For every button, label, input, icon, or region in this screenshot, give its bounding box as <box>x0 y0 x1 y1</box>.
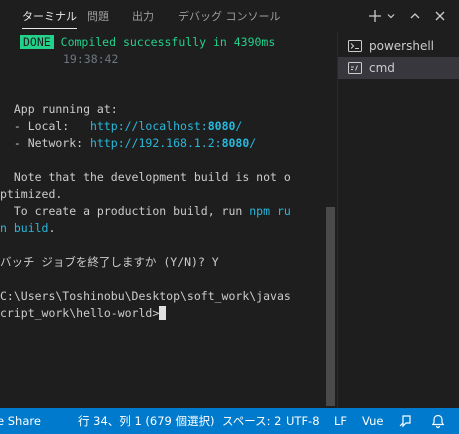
compile-status-line: DONE Compiled successfully in 4390ms <box>20 34 275 51</box>
terminal-list: powershell cmd <box>337 32 459 408</box>
local-url-host: http://localhost: <box>90 119 208 133</box>
feedback-icon[interactable] <box>397 413 413 429</box>
terminal-item-label: cmd <box>369 61 395 75</box>
terminal-scrollbar-thumb[interactable] <box>326 207 335 406</box>
local-url-port: 8080 <box>207 119 236 133</box>
network-url-host: http://192.168.1.2: <box>90 136 222 150</box>
note-line-2: ptimized. <box>0 187 63 201</box>
panel-tab-bar: ターミナル 問題 出力 デバッグ コンソール <box>0 0 459 32</box>
network-label: - Network: <box>0 136 91 150</box>
tab-problems[interactable]: 問題 <box>87 0 109 32</box>
prompt-path-line-2: cript_work\hello-world> <box>0 305 167 322</box>
chevron-down-icon[interactable] <box>385 6 397 26</box>
prompt-path-line-1: C:\Users\Toshinobu\Desktop\soft_work\jav… <box>0 289 291 303</box>
local-url-line: - Local: http://localhost:8080/ <box>0 118 243 135</box>
build-text: To create a production build, run <box>0 204 250 218</box>
local-label: - Local: <box>0 119 91 133</box>
indentation-status[interactable]: スペース: 2 <box>222 408 281 434</box>
build-line-2: n build. <box>0 220 55 237</box>
language-mode-status[interactable]: Vue <box>362 408 383 434</box>
powershell-icon <box>348 40 364 52</box>
build-line-1: To create a production build, run npm ru <box>0 203 291 220</box>
terminal-cursor <box>159 306 167 320</box>
eol-status[interactable]: LF <box>334 408 347 434</box>
terminal-item-powershell[interactable]: powershell <box>338 35 459 57</box>
prompt-path: cript_work\hello-world> <box>0 306 160 320</box>
close-icon[interactable] <box>433 6 447 26</box>
network-url-link[interactable]: http://192.168.1.2:8080/ <box>90 136 256 150</box>
tab-debug-console[interactable]: デバッグ コンソール <box>178 0 281 32</box>
live-share-button[interactable]: e Share <box>0 408 41 434</box>
local-url-link[interactable]: http://localhost:8080/ <box>90 119 242 133</box>
network-url-line: - Network: http://192.168.1.2:8080/ <box>0 135 256 152</box>
chevron-up-icon[interactable] <box>408 6 422 26</box>
note-line-1: Note that the development build is not o <box>0 170 291 184</box>
npm-run-command: npm ru <box>249 204 291 218</box>
status-bar: e Share 行 34、列 1 (679 個選択) スペース: 2 UTF-8… <box>0 408 459 434</box>
done-badge: DONE <box>20 35 54 49</box>
compile-time: 19:38:42 <box>63 52 119 66</box>
app-running-text: App running at: <box>0 102 118 116</box>
network-url-suffix: / <box>249 136 257 150</box>
batch-terminate-prompt: バッチ ジョブを終了しますか (Y/N)? Y <box>0 255 219 269</box>
notifications-bell-icon[interactable] <box>430 413 446 429</box>
build-suffix: . <box>48 221 56 235</box>
cmd-icon <box>348 62 364 74</box>
terminal-item-label: powershell <box>369 39 434 53</box>
plus-icon[interactable] <box>367 6 383 26</box>
local-url-suffix: / <box>235 119 243 133</box>
network-url-port: 8080 <box>221 136 250 150</box>
compiled-message: Compiled successfully in 4390ms <box>60 35 276 49</box>
npm-build-command: n build <box>0 221 49 235</box>
tab-output[interactable]: 出力 <box>132 0 154 32</box>
encoding-status[interactable]: UTF-8 <box>286 408 320 434</box>
terminal-item-cmd[interactable]: cmd <box>338 57 459 79</box>
tab-terminal[interactable]: ターミナル <box>22 0 77 32</box>
terminal-output[interactable]: DONE Compiled successfully in 4390ms 19:… <box>0 32 324 408</box>
cursor-position-status[interactable]: 行 34、列 1 (679 個選択) <box>78 408 215 434</box>
